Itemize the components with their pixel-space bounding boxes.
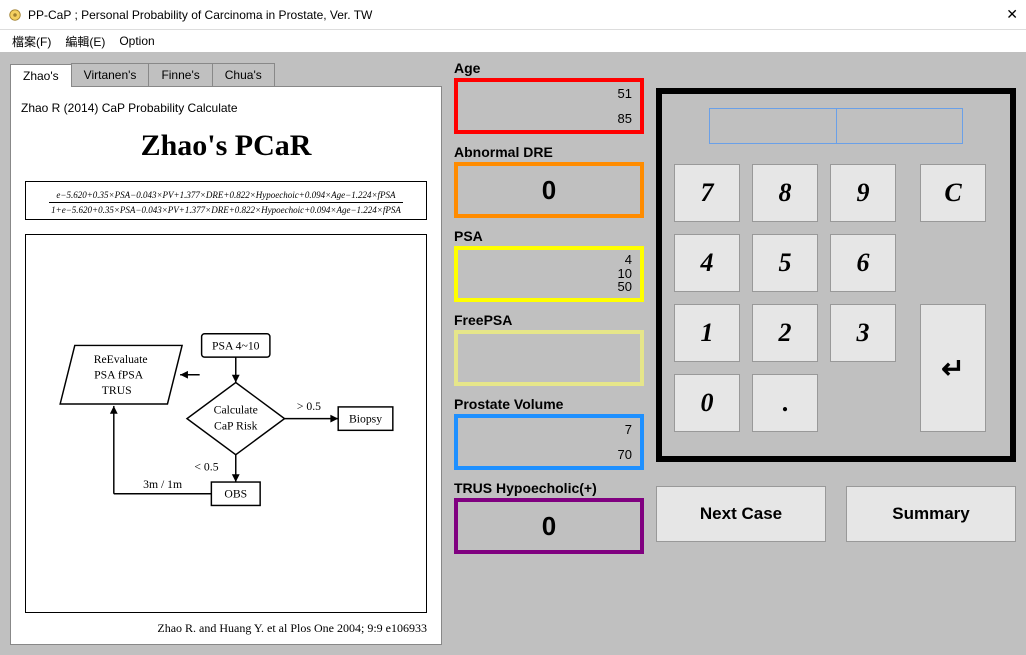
flow-biopsy: Biopsy bbox=[349, 413, 382, 426]
display-right[interactable] bbox=[836, 108, 963, 144]
age-input[interactable]: 51 85 bbox=[454, 78, 644, 134]
key-4[interactable]: 4 bbox=[674, 234, 740, 292]
menu-edit[interactable]: 編輯(E) bbox=[59, 31, 111, 52]
flow-reeval2: PSA fPSA bbox=[94, 369, 144, 382]
key-7[interactable]: 7 bbox=[674, 164, 740, 222]
document-panel: Zhao R (2014) CaP Probability Calculate … bbox=[10, 86, 442, 645]
key-dot[interactable]: . bbox=[752, 374, 818, 432]
trus-value: 0 bbox=[458, 502, 640, 550]
age-label: Age bbox=[454, 60, 644, 76]
flow-psa: PSA 4~10 bbox=[212, 339, 260, 352]
display-row bbox=[674, 108, 998, 144]
key-clear[interactable]: C bbox=[920, 164, 986, 222]
pv-bottom: 70 bbox=[618, 447, 632, 462]
app-icon bbox=[8, 8, 22, 22]
display-left[interactable] bbox=[709, 108, 836, 144]
psa-top: 4 bbox=[625, 252, 632, 267]
formula-numerator: e−5.620+0.35×PSA−0.043×PV+1.377×DRE+0.82… bbox=[49, 190, 403, 203]
formula-box: e−5.620+0.35×PSA−0.043×PV+1.377×DRE+0.82… bbox=[25, 181, 427, 220]
field-psa: PSA 4 10 50 bbox=[454, 228, 644, 302]
dre-value: 0 bbox=[458, 166, 640, 214]
age-top: 51 bbox=[618, 86, 632, 101]
formula-denominator: 1+e−5.620+0.35×PSA−0.043×PV+1.377×DRE+0.… bbox=[49, 203, 403, 215]
fpsa-input[interactable] bbox=[454, 330, 644, 386]
tab-strip: Zhao's Virtanen's Finne's Chua's bbox=[10, 60, 442, 86]
menu-option[interactable]: Option bbox=[113, 32, 160, 50]
flowchart: PSA 4~10 ReEvaluate PSA fPSA TRUS Calcul… bbox=[25, 234, 427, 613]
calculator: 7 8 9 C 4 5 6 1 2 3 ↵ 0 . bbox=[656, 88, 1016, 462]
key-9[interactable]: 9 bbox=[830, 164, 896, 222]
psa-label: PSA bbox=[454, 228, 644, 244]
psa-input[interactable]: 4 10 50 bbox=[454, 246, 644, 302]
flow-calc2: CaP Risk bbox=[214, 419, 258, 432]
bottom-buttons: Next Case Summary bbox=[656, 486, 1016, 542]
titlebar-left: PP-CaP ; Personal Probability of Carcino… bbox=[8, 8, 372, 22]
key-5[interactable]: 5 bbox=[752, 234, 818, 292]
doc-caption: Zhao R (2014) CaP Probability Calculate bbox=[21, 101, 431, 115]
dre-label: Abnormal DRE bbox=[454, 144, 644, 160]
trus-label: TRUS Hypoecholic(+) bbox=[454, 480, 644, 496]
dre-input[interactable]: 0 bbox=[454, 162, 644, 218]
doc-title: Zhao's PCaR bbox=[21, 129, 431, 163]
menubar: 檔案(F) 編輯(E) Option bbox=[0, 30, 1026, 52]
key-3[interactable]: 3 bbox=[830, 304, 896, 362]
flow-calc1: Calculate bbox=[214, 404, 258, 417]
field-age: Age 51 85 bbox=[454, 60, 644, 134]
close-icon[interactable]: ✕ bbox=[1006, 6, 1018, 23]
inputs-panel: Age 51 85 Abnormal DRE 0 PSA 4 10 50 Fre… bbox=[454, 60, 644, 645]
menu-file[interactable]: 檔案(F) bbox=[6, 31, 57, 52]
field-fpsa: FreePSA bbox=[454, 312, 644, 386]
key-2[interactable]: 2 bbox=[752, 304, 818, 362]
work-area: Zhao's Virtanen's Finne's Chua's Zhao R … bbox=[0, 52, 1026, 655]
trus-input[interactable]: 0 bbox=[454, 498, 644, 554]
tab-zhao[interactable]: Zhao's bbox=[10, 64, 72, 87]
field-dre: Abnormal DRE 0 bbox=[454, 144, 644, 218]
next-case-button[interactable]: Next Case bbox=[656, 486, 826, 542]
fpsa-label: FreePSA bbox=[454, 312, 644, 328]
keypad: 7 8 9 C 4 5 6 1 2 3 ↵ 0 . bbox=[674, 164, 998, 438]
key-6[interactable]: 6 bbox=[830, 234, 896, 292]
flow-gt: > 0.5 bbox=[297, 400, 321, 413]
key-0[interactable]: 0 bbox=[674, 374, 740, 432]
key-enter[interactable]: ↵ bbox=[920, 304, 986, 432]
flow-obs: OBS bbox=[224, 488, 247, 501]
key-1[interactable]: 1 bbox=[674, 304, 740, 362]
key-8[interactable]: 8 bbox=[752, 164, 818, 222]
tab-chua[interactable]: Chua's bbox=[212, 63, 275, 86]
flow-lt: < 0.5 bbox=[194, 460, 218, 473]
field-trus: TRUS Hypoecholic(+) 0 bbox=[454, 480, 644, 554]
field-pv: Prostate Volume 7 70 bbox=[454, 396, 644, 470]
right-panel: 7 8 9 C 4 5 6 1 2 3 ↵ 0 . Next Case Summ… bbox=[656, 60, 1016, 645]
psa-bottom: 50 bbox=[618, 279, 632, 294]
tab-finne[interactable]: Finne's bbox=[148, 63, 212, 86]
age-bottom: 85 bbox=[618, 111, 632, 126]
window-title: PP-CaP ; Personal Probability of Carcino… bbox=[28, 8, 372, 22]
pv-label: Prostate Volume bbox=[454, 396, 644, 412]
pv-top: 7 bbox=[625, 422, 632, 437]
flow-reeval1: ReEvaluate bbox=[94, 353, 148, 366]
flow-reeval3: TRUS bbox=[102, 384, 132, 397]
pv-input[interactable]: 7 70 bbox=[454, 414, 644, 470]
citation: Zhao R. and Huang Y. et al Plos One 2004… bbox=[21, 613, 431, 636]
flow-loop: 3m / 1m bbox=[143, 478, 182, 491]
summary-button[interactable]: Summary bbox=[846, 486, 1016, 542]
tab-virtanen[interactable]: Virtanen's bbox=[71, 63, 150, 86]
left-panel: Zhao's Virtanen's Finne's Chua's Zhao R … bbox=[10, 60, 442, 645]
titlebar: PP-CaP ; Personal Probability of Carcino… bbox=[0, 0, 1026, 30]
